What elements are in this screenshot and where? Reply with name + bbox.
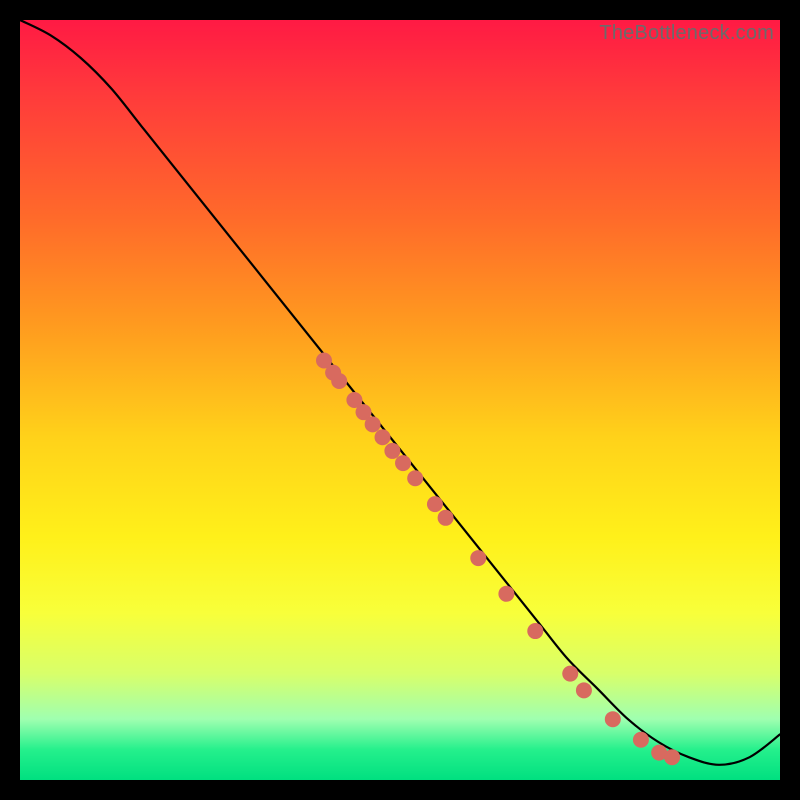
chart-stage: TheBottleneck.com [0,0,800,800]
scatter-dot [605,711,621,727]
scatter-dot [395,455,411,471]
plot-area: TheBottleneck.com [20,20,780,780]
scatter-dot [365,416,381,432]
scatter-dot [438,510,454,526]
scatter-dot [427,496,443,512]
scatter-dot [664,749,680,765]
scatter-dot [576,682,592,698]
scatter-dot [498,586,514,602]
chart-svg [20,20,780,780]
curve-path [20,20,780,765]
scatter-dot [331,373,347,389]
scatter-dot [375,429,391,445]
scatter-dot [407,470,423,486]
scatter-dot [562,666,578,682]
scatter-dot [384,443,400,459]
scatter-dot [527,623,543,639]
scatter-dot [633,732,649,748]
scatter-group [316,352,680,765]
scatter-dot [470,550,486,566]
